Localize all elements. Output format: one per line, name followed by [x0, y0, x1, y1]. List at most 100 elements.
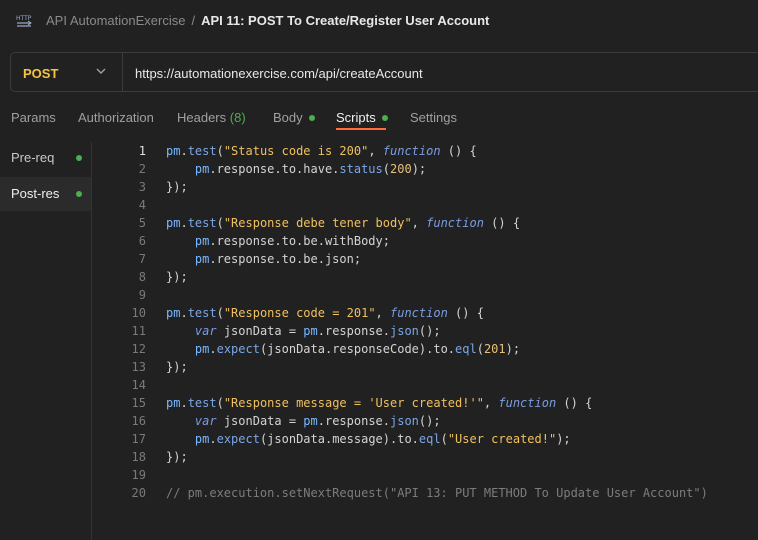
code-token: "Response message = 'User created!'": [223, 396, 484, 410]
code-token: .: [209, 432, 217, 446]
code-token: () {: [447, 306, 484, 320]
code-text: pm.test("Response message = 'User create…: [166, 394, 592, 412]
code-token: test: [187, 216, 217, 230]
line-number: 13: [131, 360, 146, 374]
code-token: pm: [166, 216, 181, 230]
code-token: pm: [194, 252, 210, 266]
headers-count-badge: (8): [229, 110, 246, 125]
code-line[interactable]: 12 pm.expect(jsonData.responseCode).to.e…: [0, 340, 758, 358]
line-number: 3: [138, 180, 146, 194]
code-line[interactable]: 20 // pm.execution.setNextRequest("API 13…: [0, 484, 758, 502]
code-line[interactable]: 2 pm.response.to.have.status(200);: [0, 160, 758, 178]
tab-params[interactable]: Params: [11, 110, 56, 125]
code-line[interactable]: 19: [0, 466, 758, 484]
tab-body[interactable]: Body: [273, 110, 315, 125]
line-number: 10: [131, 306, 146, 320]
code-line[interactable]: 5 pm.test("Response debe tener body", fun…: [0, 214, 758, 232]
code-text: pm.response.to.be.withBody;: [166, 232, 390, 250]
line-number: 2: [138, 162, 146, 176]
code-token: eql: [418, 432, 441, 446]
tab-headers[interactable]: Headers (8): [177, 110, 246, 125]
code-token: pm: [303, 324, 318, 338]
code-text: });: [166, 268, 188, 286]
chevron-down-icon[interactable]: [95, 65, 107, 77]
code-token: (: [440, 432, 448, 446]
code-token: "Status code is 200": [223, 144, 369, 158]
code-token: (: [216, 396, 224, 410]
line-number: 20: [131, 486, 146, 500]
code-token: .response.to.have.: [209, 162, 340, 176]
code-token: (: [216, 216, 224, 230]
code-token: });: [166, 450, 188, 464]
code-token: expect: [216, 342, 260, 356]
code-token: ();: [418, 414, 441, 428]
code-token: });: [166, 270, 188, 284]
method-select[interactable]: POST: [23, 66, 58, 81]
code-line[interactable]: 4: [0, 196, 758, 214]
line-number: 9: [138, 288, 146, 302]
line-number: 1: [138, 144, 146, 158]
breadcrumb-collection[interactable]: API AutomationExercise: [46, 13, 185, 28]
code-token: .: [180, 306, 188, 320]
url-input[interactable]: https://automationexercise.com/api/creat…: [135, 66, 423, 81]
code-token: ,: [368, 144, 383, 158]
url-divider: [122, 53, 123, 91]
code-line[interactable]: 18});: [0, 448, 758, 466]
code-token: function: [426, 216, 484, 230]
code-line[interactable]: 6 pm.response.to.be.withBody;: [0, 232, 758, 250]
code-line[interactable]: 3});: [0, 178, 758, 196]
code-token: (: [476, 342, 484, 356]
line-number: 6: [138, 234, 146, 248]
line-number: 11: [131, 324, 146, 338]
breadcrumb: API AutomationExercise / API 11: POST To C…: [46, 13, 489, 28]
code-line[interactable]: 16 var jsonData = pm.response.json();: [0, 412, 758, 430]
code-token: json: [390, 324, 419, 338]
code-line[interactable]: 14: [0, 376, 758, 394]
code-token: () {: [556, 396, 593, 410]
code-text: pm.test("Response code = 201", function …: [166, 304, 484, 322]
code-line[interactable]: 15 pm.test("Response message = 'User crea…: [0, 394, 758, 412]
code-token: );: [411, 162, 427, 176]
code-line[interactable]: 7 pm.response.to.be.json;: [0, 250, 758, 268]
code-line[interactable]: 9: [0, 286, 758, 304]
request-header: HTTP API AutomationExercise / API 11: POST…: [0, 0, 758, 42]
code-token: pm: [194, 432, 210, 446]
code-token: 201: [483, 342, 506, 356]
code-text: // pm.execution.setNextRequest("API 13: …: [166, 484, 708, 502]
tab-headers-label: Headers: [177, 110, 227, 125]
request-title[interactable]: API 11: POST To Create/Register User Acc…: [201, 13, 489, 28]
code-token: ,: [483, 396, 499, 410]
tab-scripts[interactable]: Scripts: [336, 110, 388, 125]
code-token: pm: [166, 144, 181, 158]
code-token: );: [505, 342, 521, 356]
line-number: 4: [138, 198, 146, 212]
code-line[interactable]: 13});: [0, 358, 758, 376]
code-token: .response.to.be.withBody;: [209, 234, 390, 248]
code-text: var jsonData = pm.response.json();: [166, 412, 441, 430]
line-number: 19: [131, 468, 146, 482]
code-line[interactable]: 1 pm.test("Status code is 200", function …: [0, 142, 758, 160]
code-token: );: [556, 432, 571, 446]
code-token: status: [339, 162, 383, 176]
code-line[interactable]: 17 pm.expect(jsonData.message).to.eql("U…: [0, 430, 758, 448]
code-token: // pm.execution.setNextRequest("API 13: …: [166, 486, 708, 500]
tab-authorization[interactable]: Authorization: [78, 110, 154, 125]
code-line[interactable]: 8});: [0, 268, 758, 286]
code-token: .: [180, 216, 188, 230]
code-line[interactable]: 11 var jsonData = pm.response.json();: [0, 322, 758, 340]
code-line[interactable]: 10 pm.test("Response code = 201", functio…: [0, 304, 758, 322]
tab-settings[interactable]: Settings: [410, 110, 457, 125]
code-token: ();: [418, 324, 441, 338]
code-token: (: [382, 162, 390, 176]
code-token: (: [216, 306, 224, 320]
line-number: 17: [131, 432, 146, 446]
code-token: (jsonData.responseCode).to.: [259, 342, 456, 356]
code-token: .: [180, 144, 188, 158]
code-token: .response.: [317, 414, 390, 428]
code-token: (: [216, 144, 224, 158]
line-number: 14: [131, 378, 146, 392]
